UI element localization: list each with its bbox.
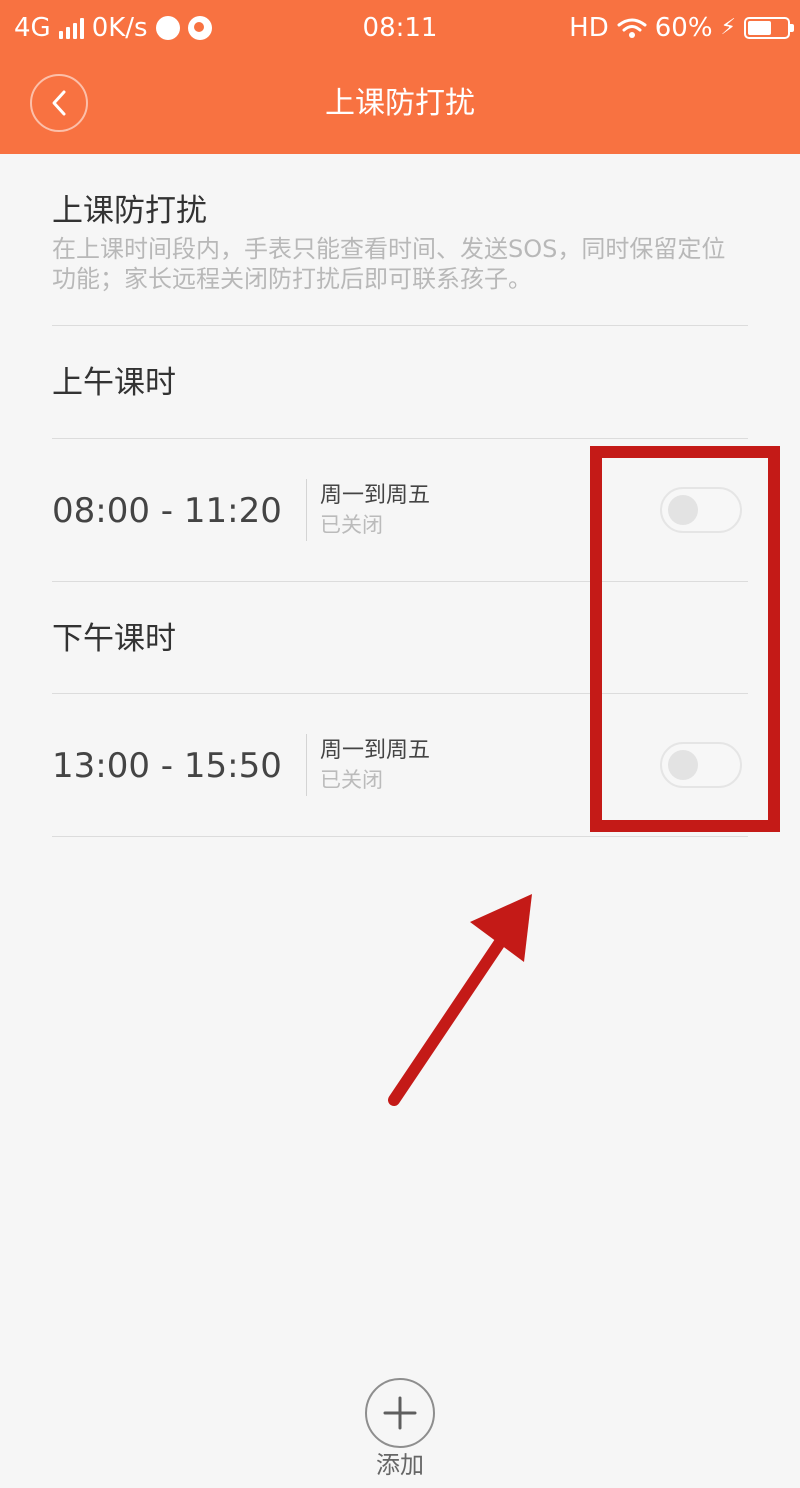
page-title: 上课防打扰	[325, 86, 475, 121]
row-separator	[306, 479, 307, 541]
divider	[52, 325, 748, 326]
plus-icon	[383, 1396, 417, 1430]
status-right: HD 60% ⚡	[569, 0, 794, 56]
header-bar: 4G 0K/s 08:11 HD 60% ⚡ 上课防打扰	[0, 0, 800, 154]
repeat-days: 周一到周五	[320, 483, 431, 508]
status-bar: 4G 0K/s 08:11 HD 60% ⚡	[0, 0, 800, 56]
add-label: 添加	[376, 1451, 424, 1479]
highlight-annotation-box	[590, 446, 780, 832]
row-info: 周一到周五 已关闭	[320, 736, 430, 794]
add-button[interactable]	[365, 1378, 435, 1448]
battery-fill	[748, 21, 771, 35]
app-screen: 4G 0K/s 08:11 HD 60% ⚡ 上课防打扰 上课防打扰 在上课时间…	[0, 0, 800, 1488]
time-range: 08:00 - 11:20	[52, 491, 282, 531]
charging-icon: ⚡	[720, 15, 736, 40]
status-text: 已关闭	[320, 768, 383, 792]
row-separator	[306, 734, 307, 796]
feature-intro: 上课防打扰 在上课时间段内，手表只能查看时间、发送SOS，同时保留定位功能；家长…	[52, 190, 748, 294]
battery-percent: 60%	[654, 13, 713, 43]
add-area: 添加	[362, 1378, 438, 1480]
afternoon-section-title: 下午课时	[52, 621, 176, 657]
feature-title: 上课防打扰	[52, 193, 207, 229]
repeat-days: 周一到周五	[320, 738, 431, 763]
wifi-icon	[617, 18, 647, 38]
time-range: 13:00 - 15:50	[52, 746, 282, 786]
row-info: 周一到周五 已关闭	[320, 481, 430, 539]
battery-icon	[744, 17, 794, 39]
status-text: 已关闭	[320, 513, 383, 537]
morning-section-title: 上午课时	[52, 365, 176, 401]
annotation-arrow	[388, 894, 532, 1106]
hd-indicator: HD	[569, 13, 609, 43]
feature-description: 在上课时间段内，手表只能查看时间、发送SOS，同时保留定位功能；家长远程关闭防打…	[52, 235, 726, 293]
divider	[52, 836, 748, 837]
